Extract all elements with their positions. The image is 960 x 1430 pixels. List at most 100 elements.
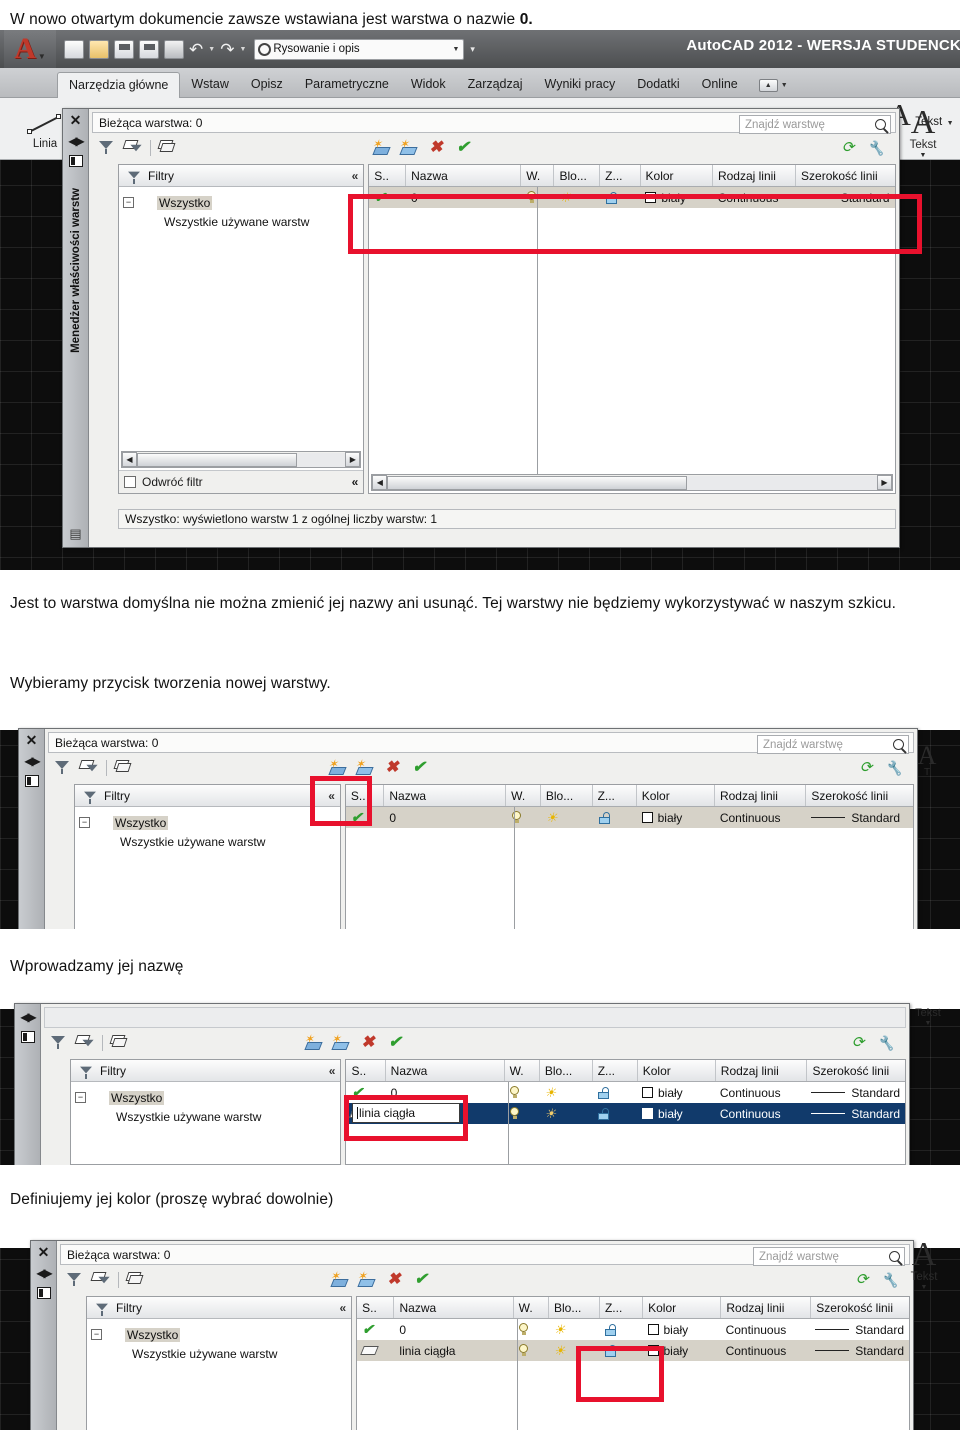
new-layer-frozen-icon[interactable]: ✶	[331, 1033, 351, 1052]
collapse-filters-icon[interactable]: «	[328, 789, 335, 803]
tab-zarzadzaj[interactable]: Zarządzaj	[457, 72, 534, 97]
new-property-filter-icon[interactable]	[96, 139, 116, 157]
cell-color[interactable]: biały	[643, 1319, 721, 1340]
chevron-down-icon[interactable]: ▼	[894, 1283, 954, 1291]
column-linetype[interactable]: Rodzaj linii	[721, 1297, 812, 1318]
cell-color[interactable]: biały	[637, 1082, 715, 1103]
delete-layer-icon[interactable]: ✖	[384, 1271, 404, 1289]
new-group-filter-icon[interactable]	[74, 1034, 95, 1052]
tab-widok[interactable]: Widok	[400, 72, 457, 97]
new-property-filter-icon[interactable]	[48, 1034, 68, 1052]
invert-filter-checkbox[interactable]	[124, 476, 136, 488]
refresh-icon[interactable]: ⟳	[848, 1034, 868, 1052]
cell-freeze[interactable]: ☀	[549, 1319, 600, 1340]
column-status[interactable]: S..	[346, 785, 385, 806]
collapse-filters-icon[interactable]: «	[329, 1064, 336, 1078]
column-color[interactable]: Kolor	[641, 165, 713, 186]
chevron-down-icon[interactable]: ▼	[900, 1019, 956, 1027]
delete-layer-icon[interactable]: ✖	[382, 759, 402, 777]
column-on[interactable]: W.	[521, 165, 555, 186]
cell-lineweight[interactable]: Standard	[796, 187, 895, 208]
column-lock[interactable]: Z...	[600, 1297, 644, 1318]
tab-online[interactable]: Online	[691, 72, 749, 97]
cell-linetype[interactable]: Continuous	[715, 1103, 806, 1124]
cell-color[interactable]: biały	[637, 1103, 715, 1124]
cell-freeze[interactable]: ☀	[539, 1082, 592, 1103]
qat-customize-icon[interactable]: ▾	[470, 44, 475, 55]
find-layer-input[interactable]: Znajdź warstwę	[739, 115, 891, 134]
cell-name[interactable]: 0	[406, 187, 521, 208]
tree-item-wszystkie-uzywane[interactable]: Wszystkie używane warstw	[79, 832, 336, 851]
auto-hide-icon[interactable]: ◀▶	[68, 134, 85, 148]
tab-narzedzia-glowne[interactable]: Narzędzia główne	[57, 72, 181, 98]
cell-linetype[interactable]: Continuous	[721, 1340, 811, 1361]
column-on[interactable]: W.	[505, 1060, 540, 1081]
delete-layer-icon[interactable]: ✖	[426, 139, 446, 157]
save-as-icon[interactable]	[139, 39, 159, 59]
cell-lineweight[interactable]: Standard	[806, 1103, 905, 1124]
new-layer-frozen-icon[interactable]: ✶	[355, 758, 375, 777]
new-layer-button[interactable]: ✶	[372, 138, 392, 157]
search-icon[interactable]	[875, 119, 886, 130]
new-layer-button[interactable]: ✶	[328, 758, 348, 777]
cell-lock[interactable]	[600, 187, 640, 208]
expander-icon[interactable]: −	[123, 197, 134, 208]
find-layer-input[interactable]: Znajdź warstwę	[753, 1247, 905, 1266]
tab-wstaw[interactable]: Wstaw	[180, 72, 240, 97]
tab-dodatki[interactable]: Dodatki	[626, 72, 690, 97]
auto-hide-icon[interactable]: ◀▶	[36, 1266, 53, 1280]
layer-states-manager-icon[interactable]	[125, 1271, 146, 1289]
cell-name[interactable]: 0	[384, 807, 506, 828]
workspace-selector[interactable]: Rysowanie i opis ▼	[254, 38, 465, 60]
ribbon-minimize-control[interactable]: ▲ ▼	[758, 79, 788, 97]
text-tool-right-fragment[interactable]: A Tekst ▼	[892, 106, 954, 159]
layer-table-hscrollbar[interactable]: ◀ ▶	[371, 474, 893, 491]
column-lock[interactable]: Z...	[593, 1060, 638, 1081]
new-property-filter-icon[interactable]	[64, 1271, 84, 1289]
cell-lineweight[interactable]: Standard	[810, 1340, 909, 1361]
text-tool-right-fragment[interactable]: A T	[898, 742, 956, 778]
cell-color[interactable]: biały	[640, 187, 712, 208]
column-status[interactable]: S..	[369, 165, 407, 186]
tree-item-wszystko[interactable]: − Wszystko	[123, 193, 359, 212]
collapse-panel-icon[interactable]: «	[352, 475, 359, 489]
set-current-icon[interactable]: ✔	[411, 1271, 431, 1289]
column-name[interactable]: Nazwa	[384, 785, 507, 806]
filters-hscrollbar[interactable]: ◀ ▶	[121, 451, 362, 468]
scroll-left-icon[interactable]: ◀	[372, 475, 388, 490]
collapse-filters-icon[interactable]: «	[339, 1301, 346, 1315]
close-icon[interactable]: ✕	[26, 733, 38, 747]
table-row[interactable]: ✔ 0 ☀ biały Continuous Standard	[346, 1082, 905, 1103]
cell-lock[interactable]	[592, 1082, 637, 1103]
tab-wyniki-pracy[interactable]: Wyniki pracy	[534, 72, 627, 97]
column-status[interactable]: S..	[357, 1297, 395, 1318]
column-on[interactable]: W.	[506, 785, 541, 806]
new-layer-frozen-icon[interactable]: ✶	[399, 138, 419, 157]
cell-lock[interactable]	[599, 1340, 642, 1361]
cell-freeze[interactable]: ☀	[539, 1103, 592, 1124]
cell-linetype[interactable]: Continuous	[713, 187, 796, 208]
table-row[interactable]: ✔ 0 ☀ biały Continuous Standard	[369, 187, 895, 208]
column-linetype[interactable]: Rodzaj linii	[713, 165, 797, 186]
cell-name[interactable]: 0	[394, 1319, 513, 1340]
layer-name-edit-field[interactable]: linia ciągła	[352, 1103, 460, 1123]
tree-item-wszystko[interactable]: − Wszystko	[75, 1088, 336, 1107]
cell-freeze[interactable]: ☀	[554, 187, 600, 208]
set-current-icon[interactable]: ✔	[453, 139, 473, 157]
auto-hide-icon[interactable]: ◀▶	[24, 754, 41, 768]
undo-dropdown-icon[interactable]: ▼	[208, 46, 215, 53]
text-tool-right-fragment[interactable]: A Tekst ▼	[894, 1238, 954, 1291]
collapse-filters-icon[interactable]: «	[352, 169, 359, 183]
undo-icon[interactable]: ↶	[189, 41, 203, 58]
cell-lineweight[interactable]: Standard	[810, 1319, 909, 1340]
column-linetype[interactable]: Rodzaj linii	[716, 1060, 808, 1081]
column-name[interactable]: Nazwa	[406, 165, 522, 186]
column-name[interactable]: Nazwa	[394, 1297, 514, 1318]
settings-wrench-icon[interactable]: 🔧	[866, 139, 886, 157]
cell-color[interactable]: biały	[637, 807, 715, 828]
autocad-logo-button[interactable]: A ▼	[4, 30, 56, 68]
print-icon[interactable]	[164, 39, 184, 59]
column-freeze[interactable]: Blo...	[540, 1060, 593, 1081]
chevron-down-icon[interactable]: ▼	[38, 52, 46, 61]
invert-filter-row[interactable]: Odwróć filtr «	[119, 470, 364, 493]
